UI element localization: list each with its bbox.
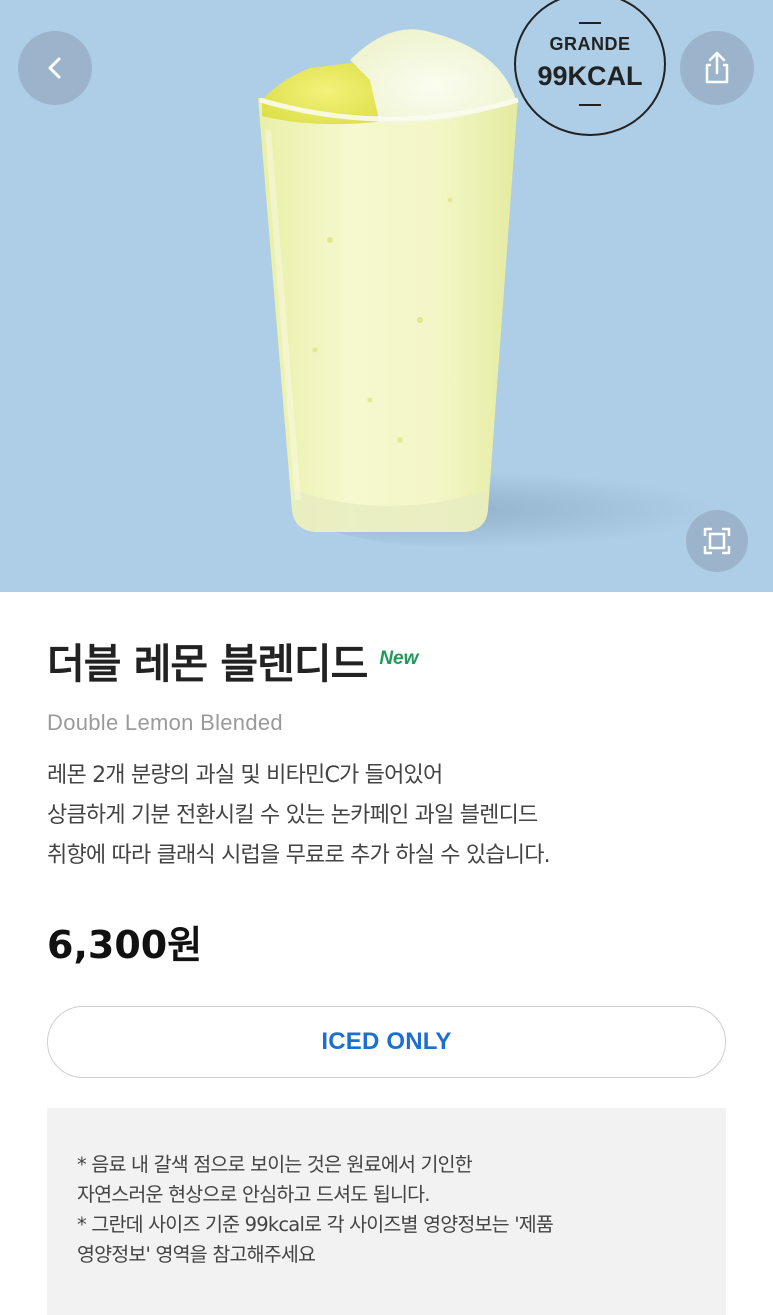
description-line: 취향에 따라 클래식 시럽을 무료로 추가 하실 수 있습니다.	[47, 843, 551, 868]
notice-box: * 음료 내 갈색 점으로 보이는 것은 원료에서 기인한 자연스러운 현상으로…	[47, 1108, 726, 1315]
back-button[interactable]	[18, 31, 92, 105]
expand-icon	[703, 527, 731, 555]
product-name: 더블 레몬 블렌디드	[47, 640, 368, 688]
share-button[interactable]	[680, 31, 754, 105]
kcal-size-label: GRANDE	[549, 34, 631, 54]
expand-image-button[interactable]	[686, 510, 748, 572]
product-name-english: Double Lemon Blended	[47, 710, 283, 735]
product-description: 레몬 2개 분량의 과실 및 비타민C가 들어있어 상큼하게 기분 전환시킬 수…	[47, 756, 727, 876]
title-row: 더블 레몬 블렌디드 New	[47, 630, 727, 690]
lemon-drink-image	[258, 29, 519, 532]
notice-line: 자연스러운 현상으로 안심하고 드셔도 됩니다.	[77, 1183, 430, 1206]
share-icon	[705, 51, 729, 84]
description-line: 상큼하게 기분 전환시킬 수 있는 논카페인 과일 블렌디드	[47, 803, 538, 828]
chevron-left-icon	[48, 57, 61, 79]
description-line: 레몬 2개 분량의 과실 및 비타민C가 들어있어	[47, 763, 443, 788]
badge-divider	[579, 104, 601, 106]
badge-divider	[579, 22, 601, 24]
iced-only-label: ICED ONLY	[321, 1028, 452, 1055]
iced-only-option[interactable]: ICED ONLY	[47, 1006, 726, 1078]
notice-line: * 음료 내 갈색 점으로 보이는 것은 원료에서 기인한	[77, 1153, 473, 1176]
kcal-badge: GRANDE 99KCAL	[514, 0, 666, 136]
notice-line: * 그란데 사이즈 기준 99kcal로 각 사이즈별 영양정보는 '제품	[77, 1213, 554, 1236]
kcal-value: 99KCAL	[537, 61, 643, 91]
product-price: 6,300원	[47, 923, 203, 967]
product-hero-image: GRANDE 99KCAL	[0, 0, 773, 592]
new-badge: New	[379, 648, 419, 669]
notice-line: 영양정보' 영역을 참고해주세요	[77, 1243, 316, 1266]
product-info: 더블 레몬 블렌디드 New Double Lemon Blended 레몬 2…	[47, 630, 727, 876]
